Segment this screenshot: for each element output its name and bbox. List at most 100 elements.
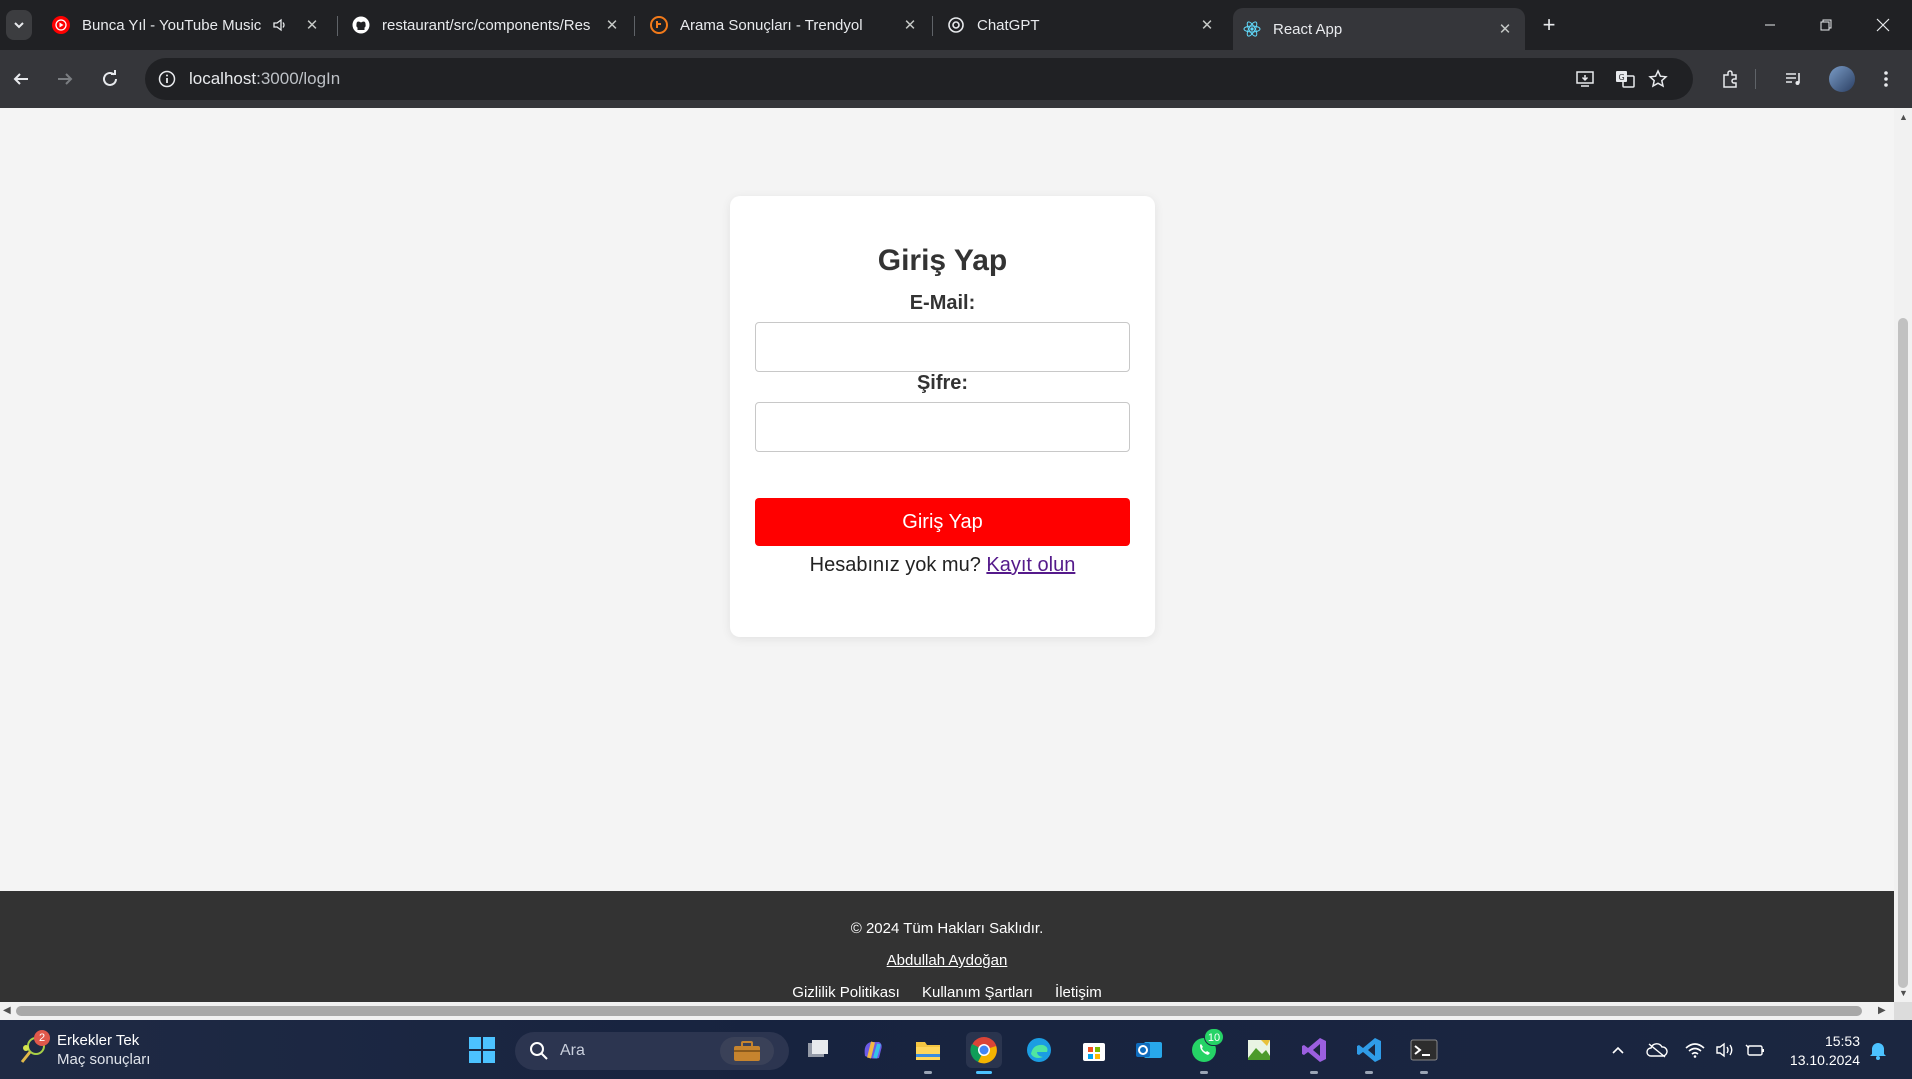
restore-button[interactable] [1801,10,1851,40]
tab-separator [634,16,635,36]
install-app-icon[interactable] [1571,65,1599,93]
browser-toolbar: localhost:3000/logIn G [0,50,1912,108]
notification-bell-icon[interactable] [1866,1038,1890,1062]
taskbar-search[interactable]: Ara [515,1032,789,1070]
login-card: Giriş Yap E-Mail: Şifre: Giriş Yap Hesab… [730,196,1155,637]
start-button[interactable] [464,1032,500,1068]
whatsapp-badge: 10 [1204,1028,1224,1046]
close-icon[interactable]: ✕ [602,16,622,34]
vertical-scrollbar[interactable]: ▲ ▼ [1894,108,1912,1002]
tab-trendyol[interactable]: Arama Sonuçları - Trendyol ✕ [640,8,930,42]
tab-bar: Bunca Yıl - YouTube Music ✕ restaurant/s… [0,0,1912,50]
tab-youtube-music[interactable]: Bunca Yıl - YouTube Music ✕ [42,8,332,42]
wifi-icon[interactable] [1683,1038,1707,1062]
running-indicator [1200,1071,1208,1074]
chrome-icon[interactable] [966,1032,1002,1074]
page-footer: © 2024 Tüm Hakları Saklıdır. Abdullah Ay… [0,891,1894,1002]
show-hidden-icons[interactable] [1606,1038,1630,1062]
tab-react-app[interactable]: React App ✕ [1233,8,1525,50]
task-view-icon[interactable] [800,1032,836,1068]
new-tab-button[interactable]: + [1535,12,1563,40]
scrollbar-corner [1894,1002,1912,1020]
widget-title[interactable]: Erkekler Tek [57,1032,139,1049]
email-input[interactable] [755,322,1130,372]
tab-title: Bunca Yıl - YouTube Music [82,16,262,34]
photo-app-icon[interactable] [1241,1032,1277,1068]
close-icon[interactable]: ✕ [302,16,322,34]
vertical-scroll-thumb[interactable] [1898,318,1908,988]
back-button[interactable] [6,64,36,94]
url-host: localhost [189,69,257,88]
running-indicator [976,1071,992,1074]
author-link[interactable]: Abdullah Aydoğan [887,952,1008,969]
widget-badge: 2 [34,1030,50,1046]
minimize-button[interactable] [1745,10,1795,40]
horizontal-scroll-thumb[interactable] [16,1006,1862,1016]
svg-text:G: G [1619,73,1625,82]
minimize-icon [1765,24,1775,26]
translate-icon[interactable]: G [1611,65,1639,93]
address-bar[interactable]: localhost:3000/logIn G [145,58,1693,100]
search-placeholder: Ara [560,1042,585,1059]
close-icon[interactable]: ✕ [900,16,920,34]
tab-chatgpt[interactable]: ChatGPT ✕ [937,8,1227,42]
menu-icon[interactable] [1872,65,1900,93]
scroll-down-icon[interactable]: ▼ [1899,988,1908,998]
microsoft-store-icon[interactable] [1076,1032,1112,1068]
terminal-icon[interactable] [1406,1032,1442,1074]
taskbar-clock[interactable]: 15:53 13.10.2024 [1776,1032,1860,1070]
volume-icon[interactable] [1713,1038,1737,1062]
visual-studio-icon[interactable] [1296,1032,1332,1074]
react-icon [1243,20,1261,38]
chevron-up-icon [1612,1046,1624,1054]
reload-button[interactable] [95,64,125,94]
site-info-icon[interactable] [155,67,179,91]
widget-subtitle[interactable]: Maç sonuçları [57,1051,150,1068]
signup-link[interactable]: Kayıt olun [986,554,1075,576]
contact-link[interactable]: İletişim [1055,984,1102,1001]
terms-of-use-link[interactable]: Kullanım Şartları [922,984,1033,1001]
profile-avatar[interactable] [1829,66,1855,92]
close-icon[interactable]: ✕ [1495,20,1515,38]
extensions-icon[interactable] [1716,65,1744,93]
clock-date: 13.10.2024 [1789,1052,1860,1068]
scroll-up-icon[interactable]: ▲ [1899,112,1908,122]
privacy-policy-link[interactable]: Gizlilik Politikası [792,984,900,1001]
copilot-icon[interactable] [855,1032,891,1068]
scroll-right-icon[interactable]: ▶ [1878,1005,1886,1016]
close-icon[interactable]: ✕ [1197,16,1217,34]
forward-button[interactable] [50,64,80,94]
battery-icon[interactable] [1743,1038,1767,1062]
onedrive-offline-icon[interactable] [1643,1038,1671,1062]
running-indicator [1365,1071,1373,1074]
tab-title: ChatGPT [977,16,1040,34]
windows-taskbar: 2 Erkekler Tek Maç sonuçları Ara 10 15:5… [0,1020,1912,1079]
outlook-icon[interactable] [1131,1032,1167,1068]
scroll-left-icon[interactable]: ◀ [3,1005,11,1016]
arrow-left-icon [13,73,28,85]
horizontal-scrollbar[interactable]: ◀ ▶ [0,1002,1894,1020]
tab-separator [932,16,933,36]
restore-icon [1820,19,1832,31]
file-explorer-icon[interactable] [910,1032,946,1074]
password-label: Şifre: [916,372,969,394]
close-icon [1876,18,1890,32]
media-controls-icon[interactable] [1780,65,1808,93]
tab-github[interactable]: restaurant/src/components/Res ✕ [342,8,632,42]
chatgpt-icon [947,16,965,34]
trendyol-icon [650,16,668,34]
password-input[interactable] [755,402,1130,452]
login-submit-button[interactable]: Giriş Yap [755,498,1130,546]
tab-search-button[interactable] [6,10,32,40]
speaker-icon[interactable] [272,17,292,33]
vscode-icon[interactable] [1351,1032,1387,1074]
email-label: E-Mail: [909,292,976,314]
running-indicator [1420,1071,1428,1074]
close-window-button[interactable] [1858,10,1908,40]
edge-icon[interactable] [1021,1032,1057,1068]
url-text[interactable]: localhost:3000/logIn [189,69,340,89]
reload-icon [103,70,117,86]
copyright-text: © 2024 Tüm Hakları Saklıdır. [850,920,1044,937]
signup-prompt: Hesabınız yok mu? Kayıt olun [730,554,1155,577]
bookmark-star-icon[interactable] [1644,65,1672,93]
